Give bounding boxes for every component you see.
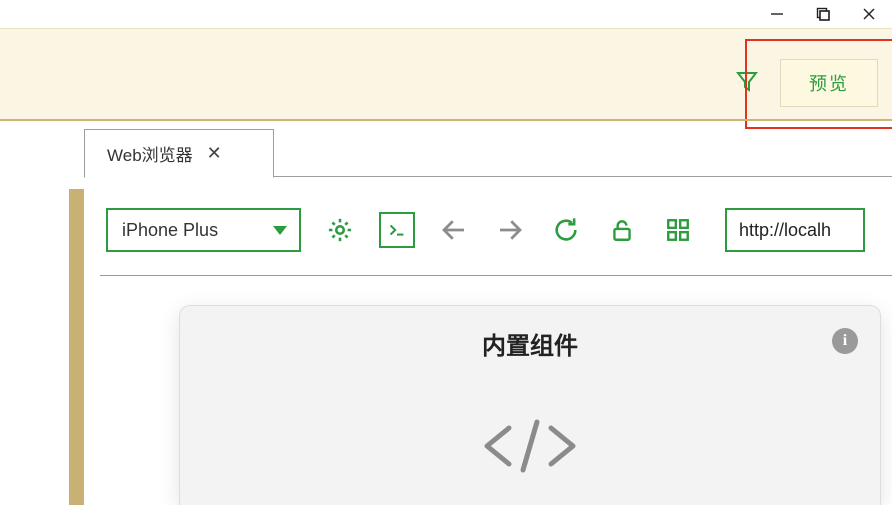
terminal-icon[interactable]	[379, 212, 415, 248]
browser-toolbar: iPhone Plus http://localh	[100, 195, 892, 265]
device-select[interactable]: iPhone Plus	[106, 208, 301, 252]
maximize-button[interactable]	[800, 0, 846, 28]
url-value: http://localh	[739, 220, 831, 241]
window-controls	[754, 0, 892, 28]
tab-close-icon[interactable]: ✕	[207, 143, 222, 164]
url-input[interactable]: http://localh	[725, 208, 865, 252]
minimize-button[interactable]	[754, 0, 800, 28]
gear-icon[interactable]	[323, 213, 357, 247]
gold-strip	[69, 189, 84, 505]
forward-icon[interactable]	[493, 213, 527, 247]
filter-icon[interactable]	[736, 70, 758, 97]
preview-title: 内置组件	[180, 326, 880, 361]
grid-icon[interactable]	[661, 213, 695, 247]
code-icon	[180, 416, 880, 476]
tab-label: Web浏览器	[107, 141, 193, 166]
ribbon-bar: 预览	[0, 28, 892, 120]
device-frame: 内置组件 i	[180, 306, 880, 505]
back-icon[interactable]	[437, 213, 471, 247]
close-window-button[interactable]	[846, 0, 892, 28]
device-select-value: iPhone Plus	[122, 220, 218, 241]
tab-strip: Web浏览器 ✕	[84, 121, 892, 177]
left-gutter	[0, 121, 72, 505]
preview-button[interactable]: 预览	[780, 59, 878, 107]
info-icon[interactable]: i	[832, 328, 858, 354]
tab-web-browser[interactable]: Web浏览器 ✕	[84, 129, 274, 178]
reload-icon[interactable]	[549, 213, 583, 247]
unlock-icon[interactable]	[605, 213, 639, 247]
chevron-down-icon	[273, 220, 287, 241]
preview-viewport: 内置组件 i	[100, 275, 892, 505]
